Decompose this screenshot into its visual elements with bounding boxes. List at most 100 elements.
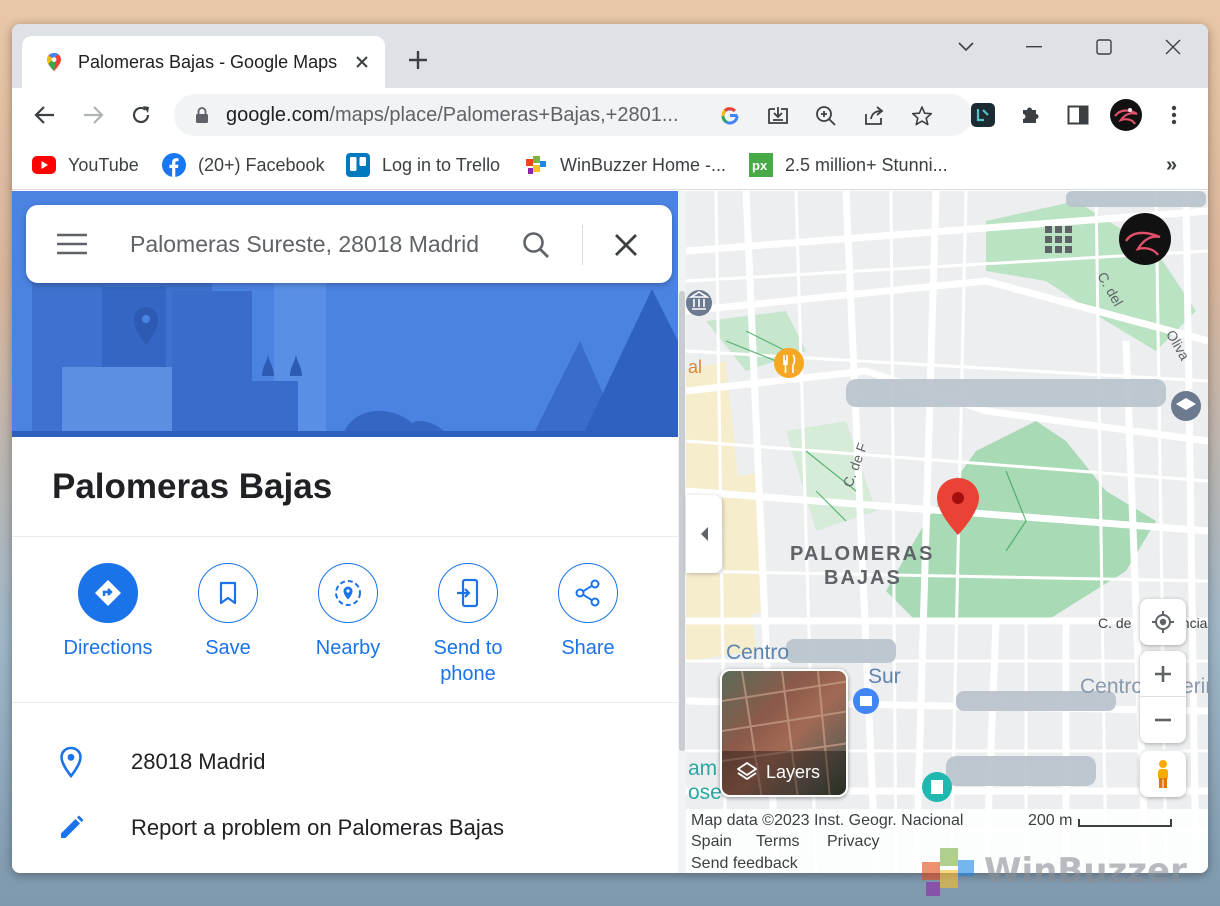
- bookmark-icon[interactable]: [198, 563, 258, 623]
- bookmark-label: YouTube: [68, 154, 139, 175]
- zoom-controls: [1140, 651, 1186, 743]
- browser-window: Palomeras Bajas - Google Maps google.com…: [12, 24, 1208, 873]
- transit-label: Centro: [726, 641, 790, 664]
- bookmark-star-icon[interactable]: [910, 104, 934, 128]
- scrollbar-thumb[interactable]: [679, 291, 685, 751]
- side-panel-scrollbar[interactable]: [678, 191, 686, 873]
- browser-toolbar: google.com/maps/place/Palomeras+Bajas,+2…: [12, 88, 1208, 142]
- share-button[interactable]: Share: [528, 563, 648, 661]
- plus-icon: [1155, 665, 1171, 682]
- area-label: BAJAS: [824, 567, 902, 589]
- address-bar[interactable]: google.com/maps/place/Palomeras+Bajas,+2…: [174, 94, 972, 136]
- reload-button[interactable]: [125, 99, 157, 131]
- new-tab-button[interactable]: [404, 48, 432, 76]
- street-label: C. de: [1098, 615, 1132, 631]
- search-icon[interactable]: [520, 229, 552, 261]
- tab-title: Palomeras Bajas - Google Maps: [78, 51, 338, 72]
- layers-button[interactable]: Layers: [720, 669, 848, 797]
- close-window-button[interactable]: [1153, 34, 1193, 60]
- share-icon[interactable]: [558, 563, 618, 623]
- youtube-icon: [32, 153, 56, 177]
- report-problem-row[interactable]: Report a problem on Palomeras Bajas: [12, 808, 678, 848]
- minus-icon: [1155, 718, 1171, 722]
- zoom-icon[interactable]: [814, 104, 838, 128]
- search-input[interactable]: [130, 230, 488, 258]
- map-attribution: Map data ©2023 Inst. Geogr. Nacional: [691, 812, 964, 829]
- nearby-icon[interactable]: [318, 563, 378, 623]
- extension-app-icon[interactable]: [969, 101, 997, 129]
- area-label: PALOMERAS: [790, 543, 935, 565]
- bookmark-winbuzzer[interactable]: WinBuzzer Home -...: [524, 152, 726, 178]
- address-row[interactable]: 28018 Madrid: [12, 742, 678, 782]
- bookmark-pixabay[interactable]: px 2.5 million+ Stunni...: [749, 152, 948, 178]
- map-privacy-link[interactable]: Privacy: [827, 833, 879, 851]
- map-scale-label[interactable]: 200 m: [1028, 812, 1072, 830]
- profile-avatar[interactable]: [1109, 98, 1143, 132]
- pencil-icon: [56, 813, 86, 843]
- action-label: Share: [561, 637, 615, 659]
- map-send-feedback-link[interactable]: Send feedback: [691, 855, 798, 873]
- pegman-icon: [1158, 760, 1168, 788]
- my-location-button[interactable]: [1140, 599, 1186, 645]
- directions-button[interactable]: Directions: [48, 563, 168, 661]
- winbuzzer-watermark: WinBuzzer: [918, 842, 1187, 900]
- poi-label: al: [688, 357, 703, 377]
- divider: [12, 536, 678, 537]
- bookmarks-bar: YouTube (20+) Facebook Log in to Trello …: [12, 142, 1208, 190]
- location-pin-icon: [56, 746, 86, 778]
- install-app-icon[interactable]: [766, 104, 790, 128]
- watermark-text: WinBuzzer: [984, 851, 1187, 891]
- bookmark-facebook[interactable]: (20+) Facebook: [162, 152, 325, 178]
- search-box: [26, 205, 672, 283]
- tab-google-maps[interactable]: Palomeras Bajas - Google Maps: [22, 36, 385, 88]
- tab-close-icon[interactable]: [349, 49, 375, 75]
- tab-search-chevron-icon[interactable]: [946, 34, 986, 60]
- send-to-phone-button[interactable]: Send to phone: [408, 563, 528, 687]
- maps-content: Palomeras Bajas Directions Save Nearby: [12, 191, 1208, 873]
- google-lens-icon[interactable]: [718, 104, 742, 128]
- bookmark-label: (20+) Facebook: [198, 154, 325, 175]
- poi-label: Centro: [1080, 675, 1144, 698]
- browser-menu-icon[interactable]: [1160, 101, 1188, 129]
- clear-search-close-icon[interactable]: [610, 229, 642, 261]
- collapse-panel-button[interactable]: [686, 495, 722, 573]
- bookmark-youtube[interactable]: YouTube: [32, 152, 139, 178]
- share-page-icon[interactable]: [862, 104, 886, 128]
- bookmark-trello[interactable]: Log in to Trello: [346, 152, 500, 178]
- pegman-button[interactable]: [1140, 751, 1186, 797]
- layers-icon: [737, 762, 757, 780]
- maps-favicon-icon: [47, 53, 61, 71]
- place-title: Palomeras Bajas: [52, 467, 333, 506]
- zoom-in-button[interactable]: [1140, 651, 1186, 697]
- send-to-phone-icon[interactable]: [438, 563, 498, 623]
- map-region-spain[interactable]: Spain: [691, 833, 732, 851]
- maximize-button[interactable]: [1084, 34, 1124, 60]
- search-divider: [582, 225, 583, 265]
- map-terms-link[interactable]: Terms: [756, 833, 800, 851]
- side-panel-icon[interactable]: [1064, 101, 1092, 129]
- directions-icon[interactable]: [78, 563, 138, 623]
- action-label: Nearby: [315, 637, 381, 659]
- hamburger-menu-icon[interactable]: [56, 233, 88, 255]
- layers-label: Layers: [736, 761, 820, 783]
- winbuzzer-icon: [524, 153, 548, 177]
- bookmarks-overflow-chevron-icon[interactable]: »: [1166, 152, 1177, 178]
- save-button[interactable]: Save: [168, 563, 288, 661]
- address-text: 28018 Madrid: [131, 749, 266, 774]
- forward-button[interactable]: [77, 99, 109, 131]
- trello-icon: [346, 153, 370, 177]
- divider: [12, 702, 678, 703]
- report-problem-text: Report a problem on Palomeras Bajas: [131, 815, 504, 840]
- url-text[interactable]: google.com/maps/place/Palomeras+Bajas,+2…: [226, 104, 700, 127]
- lock-icon[interactable]: [194, 106, 210, 124]
- minimize-button[interactable]: [1014, 34, 1054, 60]
- pixabay-icon: px: [749, 153, 773, 177]
- action-label: Send to phone: [433, 637, 503, 685]
- back-button[interactable]: [29, 99, 61, 131]
- winbuzzer-logo-icon: [922, 848, 974, 896]
- zoom-out-button[interactable]: [1140, 697, 1186, 743]
- map-scale-bar[interactable]: [1078, 819, 1172, 827]
- extensions-puzzle-icon[interactable]: [1016, 101, 1044, 129]
- nearby-button[interactable]: Nearby: [288, 563, 408, 661]
- transit-label: Sur: [868, 665, 901, 688]
